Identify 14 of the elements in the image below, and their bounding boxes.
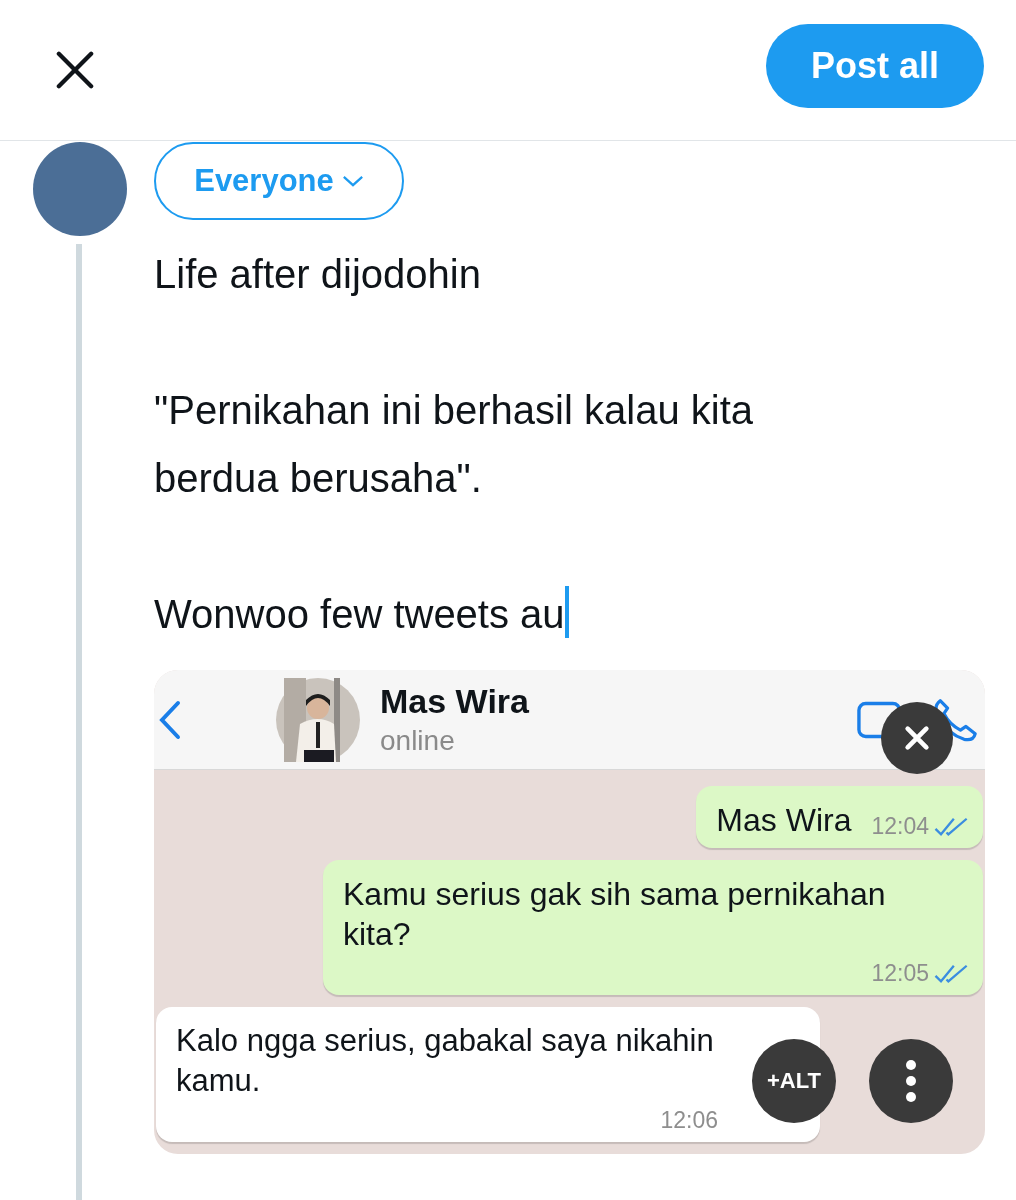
tweet-text-field[interactable]: Life after dijodohin "Pernikahan ini berhasil kalau kita berdua berusaha". Wonwoo few tweets au — [154, 240, 854, 648]
message-time: 12:06 — [660, 1107, 718, 1134]
back-icon — [158, 699, 182, 740]
contact-name: Mas Wira — [380, 682, 530, 721]
contact-status: online — [380, 725, 456, 757]
message-time: 12:04 — [871, 813, 929, 840]
close-icon — [903, 724, 931, 752]
more-icon — [905, 1059, 917, 1103]
close-icon[interactable] — [56, 51, 94, 89]
message-text: Kamu serius gak sih sama pernikahan kita? — [343, 875, 887, 954]
chevron-down-icon — [341, 174, 364, 188]
message-time: 12:05 — [871, 960, 929, 987]
message-text: Mas Wira — [716, 801, 852, 840]
message-text: Kalo ngga serius, gabakal saya nikahin kamu. — [176, 1022, 715, 1100]
